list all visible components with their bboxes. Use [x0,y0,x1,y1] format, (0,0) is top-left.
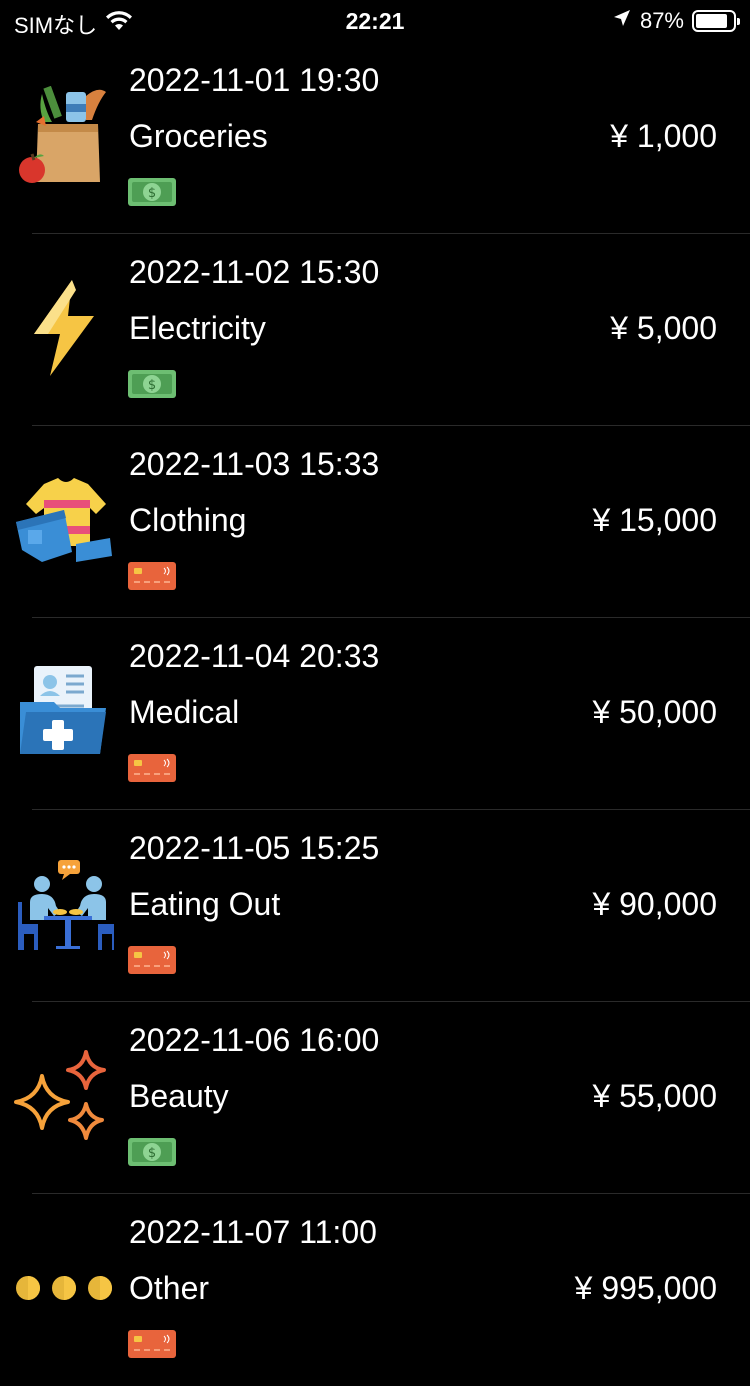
transaction-date: 2022-11-03 15:33 [129,446,380,482]
transaction-row[interactable]: 2022-11-06 16:00 Beauty ¥ 55,000 $ [0,1002,750,1194]
svg-text:$: $ [148,186,156,201]
transaction-category: Groceries [129,118,268,154]
transaction-category: Electricity [129,310,266,346]
transaction-row[interactable]: 2022-11-03 15:33 Clothing ¥ 15,000 [0,426,750,618]
credit-card-icon [128,754,176,782]
transaction-row[interactable]: 2022-11-02 15:30 Electricity ¥ 5,000 $ [0,234,750,426]
transaction-category: Medical [129,694,240,730]
clothing-icon [14,470,114,570]
transaction-category: Eating Out [129,886,281,922]
cash-icon: $ [128,370,176,398]
transaction-amount: ¥ 50,000 [592,694,717,730]
transaction-date: 2022-11-01 19:30 [129,62,380,98]
lightning-bolt-icon [14,278,114,378]
battery-icon [692,10,740,32]
status-right: 87% [612,8,740,34]
status-bar: SIMなし 22:21 87% [0,0,750,42]
transaction-date: 2022-11-05 15:25 [129,830,380,866]
transaction-amount: ¥ 1,000 [610,118,717,154]
cash-icon: $ [128,1138,176,1166]
credit-card-icon [128,946,176,974]
sparkles-icon [14,1046,114,1146]
transaction-date: 2022-11-06 16:00 [129,1022,380,1058]
transaction-amount: ¥ 995,000 [574,1270,717,1306]
transaction-list[interactable]: 2022-11-01 19:30 Groceries ¥ 1,000 $ 202… [0,42,750,1386]
transaction-row[interactable]: 2022-11-04 20:33 Medical ¥ 50,000 [0,618,750,810]
transaction-date: 2022-11-02 15:30 [129,254,380,290]
credit-card-icon [128,1330,176,1358]
transaction-category: Beauty [129,1078,229,1114]
medical-folder-icon [14,662,114,762]
transaction-row[interactable]: 2022-11-01 19:30 Groceries ¥ 1,000 $ [0,42,750,234]
svg-text:$: $ [148,1146,156,1161]
transaction-category: Other [129,1270,210,1306]
battery-percent: 87% [639,8,684,33]
transaction-amount: ¥ 55,000 [592,1078,717,1114]
transaction-amount: ¥ 15,000 [592,502,717,538]
dining-people-icon [14,854,118,954]
transaction-amount: ¥ 90,000 [592,886,717,922]
credit-card-icon [128,562,176,590]
groceries-bag-icon [14,85,114,186]
svg-text:$: $ [148,378,156,393]
location-arrow-icon [612,8,632,34]
transaction-amount: ¥ 5,000 [610,310,717,346]
cash-icon: $ [128,178,176,206]
transaction-row[interactable]: 2022-11-07 11:00 Other ¥ 995,000 [0,1194,750,1386]
battery-level-fill [696,14,728,28]
transaction-date: 2022-11-07 11:00 [129,1214,377,1250]
three-dots-icon [14,1238,114,1338]
transaction-date: 2022-11-04 20:33 [129,638,380,674]
transaction-row[interactable]: 2022-11-05 15:25 Eating Out ¥ 90,000 [0,810,750,1002]
transaction-category: Clothing [129,502,247,538]
